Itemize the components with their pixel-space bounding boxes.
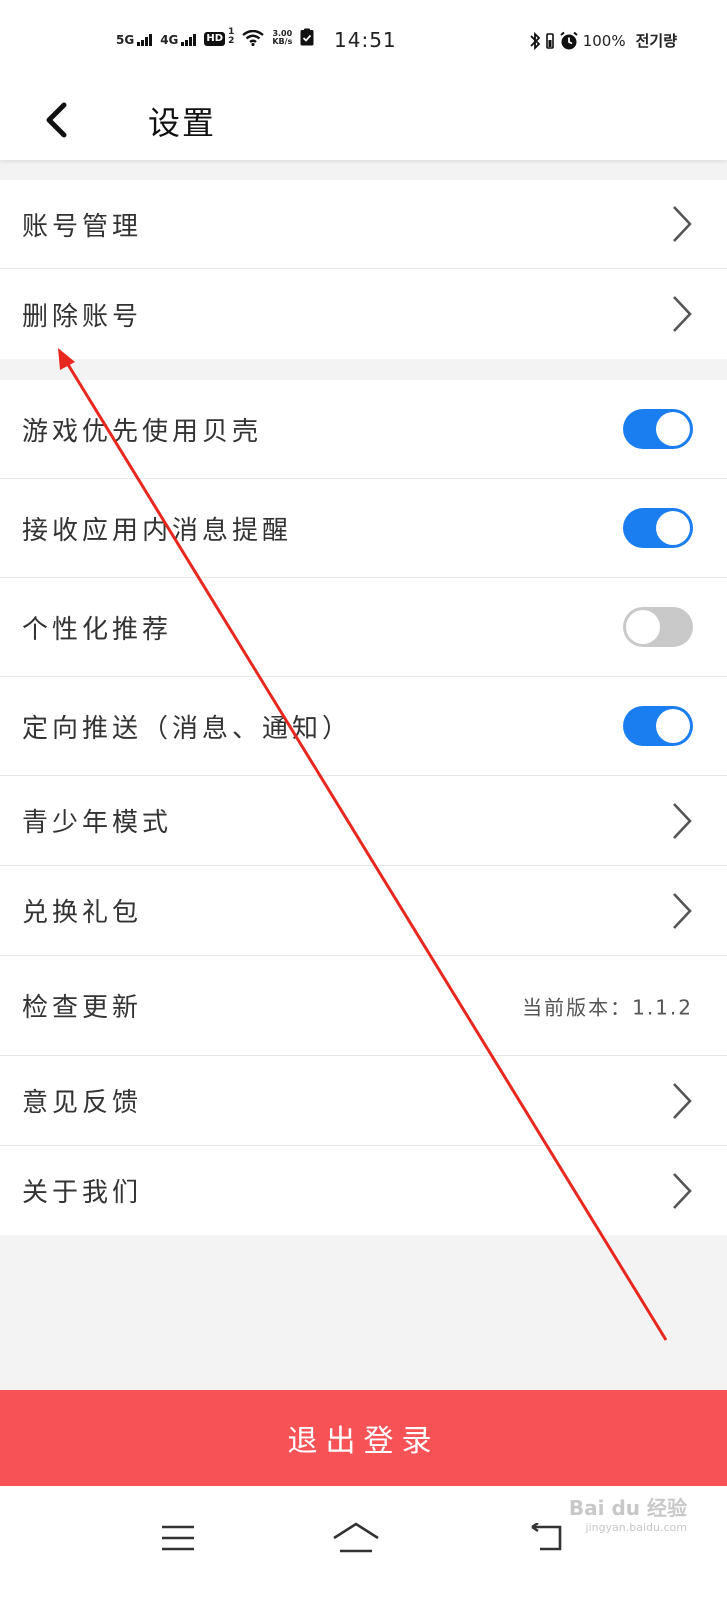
chevron-right-icon [673,1082,692,1119]
targeted-push-toggle[interactable] [623,706,693,746]
battery-label: 전기량 [635,32,677,50]
settings-group-account: 账号管理 删除账号 [0,180,727,359]
game-shell-toggle[interactable] [623,409,693,449]
row-label: 删除账号 [22,301,143,332]
settings-row-feedback[interactable]: 意见反馈 [0,1056,727,1146]
settings-row-account-management[interactable]: 账号管理 [0,180,727,269]
current-version-text: 当前版本：1.1.2 [522,995,693,1019]
row-label: 关于我们 [22,1178,143,1208]
bluetooth-icon [530,31,540,50]
signal-bars-icon [137,34,153,46]
logout-button[interactable]: 退出登录 [0,1390,727,1486]
wifi-icon [242,30,265,46]
settings-row-teen-mode[interactable]: 青少年模式 [0,776,727,866]
in-app-notifications-toggle[interactable] [623,508,693,548]
chevron-right-icon [673,892,692,929]
status-left: 5G 4G HD 1 2 3.00 KB/s [116,28,314,46]
row-label: 接收应用内消息提醒 [22,515,293,546]
settings-row-targeted-push: 定向推送（消息、通知） [0,677,727,776]
hd-badge: HD [204,32,226,46]
signal-4g: 4G [160,33,197,47]
battery-percent: 100% [582,31,626,50]
settings-row-game-shell-priority: 游戏优先使用贝壳 [0,380,727,479]
alarm-icon [560,31,578,49]
settings-row-about-us[interactable]: 关于我们 [0,1146,727,1235]
network-speed: 3.00 KB/s [272,30,292,46]
personalized-recommendation-toggle[interactable] [623,607,693,647]
app-header: 设置 [0,80,727,160]
row-label: 兑换礼包 [22,898,143,928]
hd-voice: HD 1 2 [204,28,234,46]
row-label: 定向推送（消息、通知） [22,713,353,744]
row-label: 检查更新 [22,993,143,1023]
clock-time: 14:51 [334,28,397,52]
settings-row-delete-account[interactable]: 删除账号 [0,269,727,359]
watermark-url: jingyan.baidu.com [585,1521,687,1534]
menu-button[interactable] [148,1508,208,1568]
status-bar: 5G 4G HD 1 2 3.00 KB/s 14:51 100% 전기량 [0,0,727,80]
chevron-left-icon [46,102,67,138]
watermark-brand: Bai du 经验 [568,1496,687,1520]
status-right: 100% 전기량 [529,30,677,51]
row-label: 账号管理 [22,211,143,242]
vibrate-icon [545,32,554,49]
signal-5g: 5G [116,33,153,47]
chevron-right-icon [673,206,692,242]
chevron-right-icon [673,296,692,332]
toggle-knob [656,709,690,743]
system-navigation-bar: Bai du 经验 jingyan.baidu.com [0,1486,727,1600]
toggle-knob [626,610,660,644]
toggle-knob [656,511,690,545]
settings-row-check-update[interactable]: 检查更新 当前版本：1.1.2 [0,956,727,1056]
settings-row-redeem-gift[interactable]: 兑换礼包 [0,866,727,956]
row-label: 个性化推荐 [22,614,173,645]
chevron-right-icon [673,802,692,839]
back-button[interactable] [32,94,80,146]
page-title: 设置 [148,104,217,142]
home-button[interactable] [326,1508,386,1568]
settings-row-in-app-notifications: 接收应用内消息提醒 [0,479,727,578]
row-label: 意见反馈 [22,1088,143,1118]
return-icon [531,1523,562,1551]
hd-sub: 2 [228,36,235,46]
network-type-label: 4G [160,33,179,47]
hd-sim-numbers: 1 2 [228,28,234,46]
clipboard-check-icon [300,28,314,46]
network-type-label: 5G [116,33,135,47]
row-label: 青少年模式 [22,808,173,838]
row-label: 游戏优先使用贝壳 [22,416,263,447]
menu-icon [162,1525,194,1551]
chevron-right-icon [673,1172,692,1209]
back-nav-button[interactable] [514,1508,574,1568]
speed-unit: KB/s [272,37,293,46]
settings-row-personalized-recommendation: 个性化推荐 [0,578,727,677]
baidu-watermark: Bai du 经验 jingyan.baidu.com [569,1492,687,1534]
logout-label: 退出登录 [287,1424,440,1459]
settings-group-preferences: 游戏优先使用贝壳 接收应用内消息提醒 个性化推荐 定向推送（消息、通知） 青少年… [0,380,727,1235]
signal-bars-icon [181,34,197,46]
home-icon [333,1522,379,1553]
toggle-knob [656,412,690,446]
